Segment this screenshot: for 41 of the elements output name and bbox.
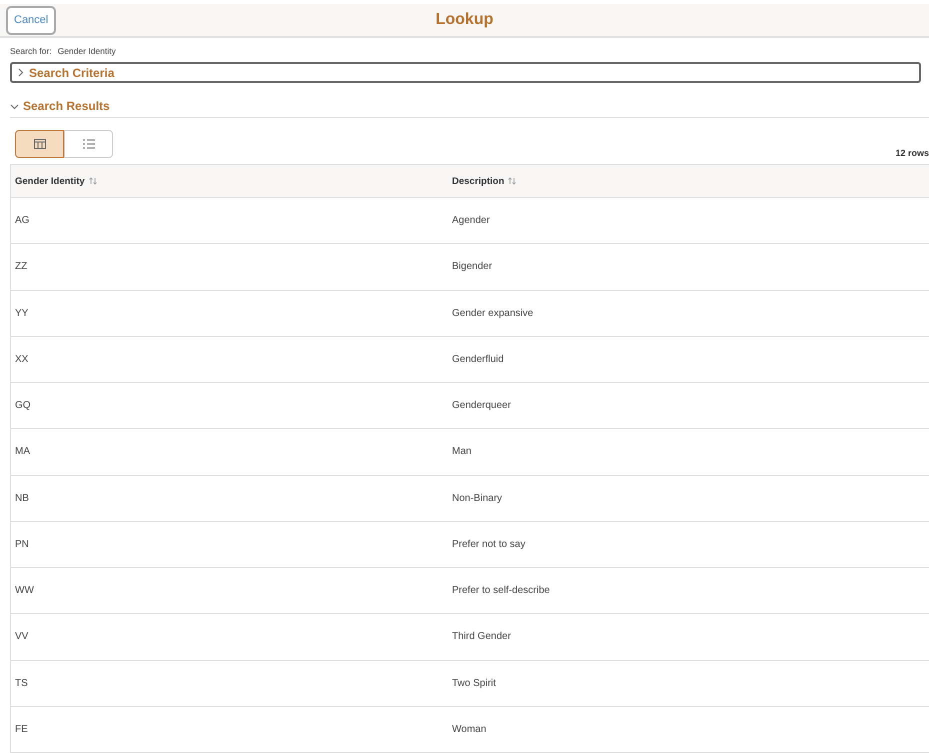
table-cell-text: FE [14,724,29,735]
table-cell-text: Bigender [451,261,494,272]
table-cell-text: VV [14,631,30,642]
table-cell-text: Third Gender [451,631,512,642]
table-cell-text: Non-Binary [451,492,504,504]
table-cell-text: Man [451,446,472,458]
grid-view-button[interactable] [15,130,64,158]
table-cell-text: Prefer to self-describe [451,585,551,596]
table-cell-text: PN [14,538,30,550]
table-icon [34,139,46,149]
table-cell-text: AG [14,215,30,226]
table-cell-text: Prefer not to say [451,538,526,550]
search-for-label: Search for: [10,46,52,56]
sort-icon[interactable] [508,177,516,185]
table-cell-text: Woman [451,724,488,735]
table-cell-text: ZZ [14,261,28,272]
cancel-button[interactable]: Cancel [6,6,56,34]
table-cell-text: XX [14,354,30,365]
table-cell-text: YY [14,308,30,319]
sort-icon[interactable] [88,177,97,185]
table-cell-text: Genderfluid [451,354,505,365]
table-cell-text: TS [14,678,29,689]
column-header[interactable]: Gender Identity [15,176,85,186]
search-for-value: Gender Identity [58,46,116,56]
table-cell-text: Gender expansive [451,308,534,319]
row-count: 12 rows [895,148,929,158]
list-view-button[interactable] [64,130,113,158]
list-icon [82,139,94,149]
table-cell-text: WW [14,585,35,596]
table-cell-text: Two Spirit [451,678,497,689]
chevron-icon [10,102,19,110]
chevron-icon [16,68,25,77]
table-cell-text: MA [14,446,31,458]
search-results-toggle[interactable]: Search Results [10,99,929,113]
page-title: Lookup [436,11,494,29]
table-cell-text: NB [14,492,30,504]
column-header[interactable]: Description [452,176,504,186]
search-criteria-toggle[interactable]: Search Criteria [10,62,921,83]
table-cell-text: Genderqueer [451,400,512,412]
table-cell-text: GQ [14,400,32,412]
table-cell-text: Agender [451,215,491,226]
